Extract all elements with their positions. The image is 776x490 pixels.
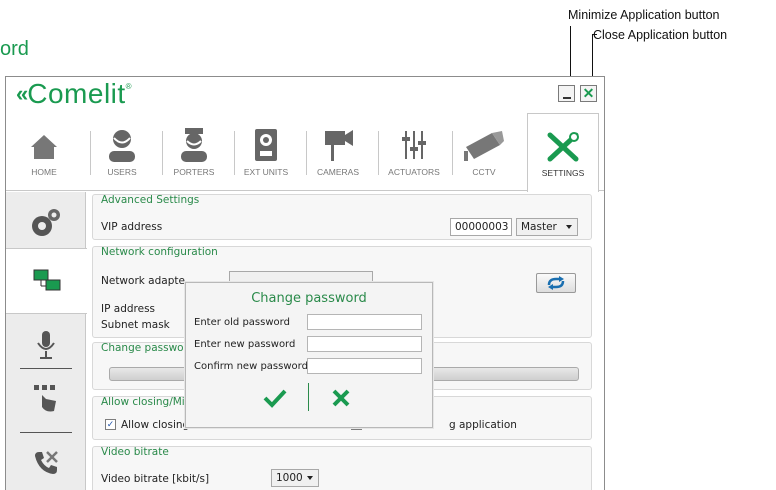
cross-icon: [332, 389, 350, 407]
checkmark-icon: [263, 389, 287, 408]
close-button[interactable]: ✕: [580, 85, 597, 102]
allow-closing-checkbox[interactable]: ✓: [105, 419, 116, 430]
confirm-password-label: Confirm new password: [194, 361, 308, 372]
chevron-down-icon: [307, 476, 313, 480]
confirm-button[interactable]: [262, 385, 288, 411]
tab-label: USERS: [107, 167, 137, 177]
group-title: Network configuration: [101, 246, 218, 258]
comelit-logo: « Comelit ®: [16, 78, 132, 109]
tab-label: SETTINGS: [541, 168, 585, 178]
minimize-icon: [562, 96, 571, 99]
sidebar-item-audio[interactable]: [6, 320, 86, 370]
ip-address-label: IP address: [101, 303, 156, 315]
tab-cctv[interactable]: CCTV: [448, 125, 520, 189]
cancel-button[interactable]: [328, 385, 354, 411]
tab-label: PORTERS: [173, 167, 215, 177]
tab-label: HOME: [31, 167, 57, 177]
network-icon: [33, 269, 60, 291]
tab-actuators[interactable]: ACTUATORS: [378, 125, 450, 189]
vip-address-label: VIP address: [101, 221, 163, 233]
title-bar: « Comelit ® ✕: [6, 77, 604, 113]
sidebar-item-touch[interactable]: [6, 374, 86, 424]
tab-settings[interactable]: SETTINGS: [527, 113, 599, 192]
sidebar-item-advanced[interactable]: [6, 198, 86, 248]
phone-tools-icon: [35, 451, 58, 474]
actuators-icon: [378, 125, 450, 165]
role-select[interactable]: Master: [516, 218, 578, 236]
group-title: Video bitrate: [101, 446, 169, 458]
sidebar-item-network[interactable]: [6, 248, 87, 314]
sidebar-divider: [20, 432, 72, 433]
callout-close: Close Application button: [593, 28, 728, 42]
logo-text: Comelit: [27, 78, 126, 109]
microphone-icon: [37, 331, 55, 359]
section-heading: ord: [0, 38, 29, 60]
new-password-input[interactable]: [307, 336, 422, 352]
cameras-icon: [302, 125, 374, 165]
tab-porters[interactable]: PORTERS: [158, 125, 230, 189]
tab-cameras[interactable]: CAMERAS: [302, 125, 374, 189]
logo-mark-icon: «: [16, 81, 28, 106]
users-icon: [86, 125, 158, 165]
registered-mark: ®: [125, 82, 132, 91]
network-adapter-label: Network adapte: [101, 275, 185, 287]
dialog-title: Change password: [251, 291, 367, 306]
refresh-icon: [547, 276, 565, 290]
cctv-icon: [448, 125, 520, 165]
tab-label: EXT UNITS: [243, 167, 289, 177]
confirm-password-input[interactable]: [307, 358, 422, 374]
home-icon: [8, 125, 80, 165]
group-title: Advanced Settings: [101, 194, 200, 206]
tab-label: CAMERAS: [316, 167, 360, 177]
minimize-button[interactable]: [558, 85, 575, 102]
tab-ext-units[interactable]: EXT UNITS: [230, 125, 302, 189]
group-title: Change passwo: [101, 342, 184, 354]
video-bitrate-value: 1000: [276, 472, 303, 484]
porters-icon: [158, 125, 230, 165]
old-password-input[interactable]: [307, 314, 422, 330]
tab-label: ACTUATORS: [388, 167, 440, 177]
video-bitrate-group: Video bitrate Video bitrate [kbit/s] 100…: [92, 446, 592, 490]
main-toolbar: HOME USERS PORTERS EXT UNITS CAMERAS ACT…: [6, 113, 604, 192]
tab-home[interactable]: HOME: [8, 125, 80, 189]
video-bitrate-select[interactable]: 1000: [271, 469, 319, 487]
sidebar-item-phone-tools[interactable]: [6, 438, 86, 488]
advanced-settings-group: Advanced Settings VIP address 00000003 M…: [92, 194, 592, 240]
callout-leader-close-tick: [592, 34, 597, 35]
gears-icon: [32, 209, 60, 236]
change-password-dialog: Change password Enter old password Enter…: [185, 282, 433, 428]
callout-minimize: Minimize Application button: [568, 8, 720, 22]
second-option-label: g application: [449, 419, 517, 431]
video-bitrate-label: Video bitrate [kbit/s]: [101, 473, 210, 485]
vip-address-field[interactable]: 00000003: [450, 218, 512, 236]
tab-label: CCTV: [472, 167, 496, 177]
allow-closing-label: Allow closing: [121, 419, 190, 431]
new-password-label: Enter new password: [194, 339, 296, 350]
role-select-value: Master: [521, 221, 557, 233]
sidebar-divider: [20, 368, 72, 369]
settings-sidebar: [6, 192, 87, 490]
settings-tools-icon: [528, 130, 598, 164]
subnet-mask-label: Subnet mask: [101, 319, 170, 331]
old-password-label: Enter old password: [194, 317, 290, 328]
chevron-down-icon: [566, 225, 572, 229]
group-title: Allow closing/Mi: [101, 396, 185, 408]
touch-icon: [34, 385, 56, 412]
close-icon: ✕: [582, 85, 595, 101]
dialog-actions-divider: [308, 383, 309, 411]
tab-users[interactable]: USERS: [86, 125, 158, 189]
ext-units-icon: [230, 125, 302, 165]
refresh-network-button[interactable]: [536, 273, 576, 293]
